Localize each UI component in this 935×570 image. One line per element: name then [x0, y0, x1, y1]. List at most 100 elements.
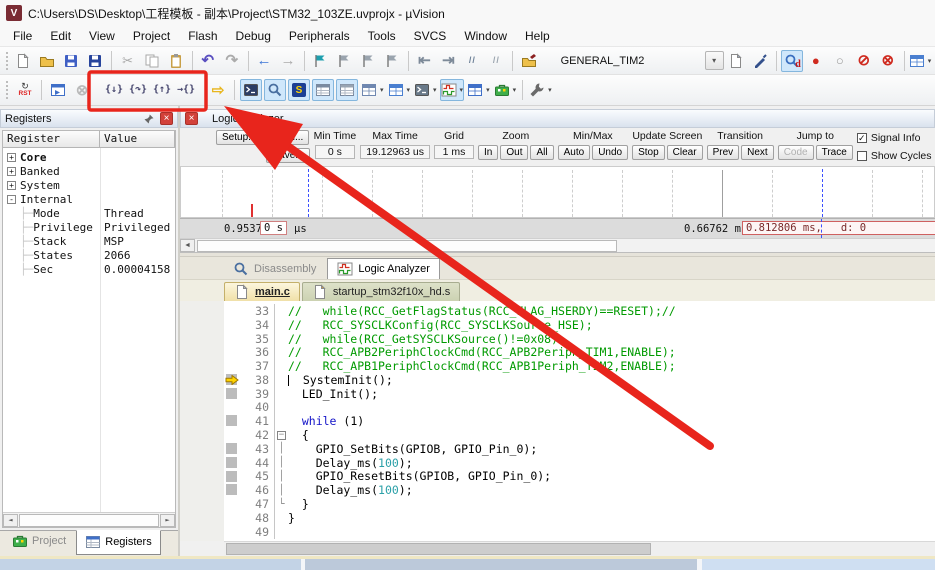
memory-window-icon[interactable]: ▾ [387, 79, 412, 101]
stop-icon[interactable]: ⊗ [71, 79, 93, 101]
symbol-window-icon[interactable]: S [288, 79, 310, 101]
target-select-dropdown[interactable]: ▾ [704, 51, 724, 70]
uncomment-icon[interactable]: // [485, 50, 507, 72]
forward-icon[interactable]: → [277, 50, 299, 72]
clear-bookmarks-icon[interactable] [381, 50, 403, 72]
breakpoint-gutter[interactable] [224, 401, 240, 415]
menu-edit[interactable]: Edit [41, 27, 80, 45]
serial-window-icon[interactable]: ▾ [413, 79, 438, 101]
redo-icon[interactable]: ↷ [221, 50, 243, 72]
unindent-icon[interactable]: ⇤ [413, 50, 435, 72]
register-row[interactable]: + System [3, 178, 175, 192]
analysis-window-icon[interactable]: ▾ [439, 79, 465, 101]
debug-settings-icon[interactable]: ▾ [528, 79, 553, 101]
checkbox-signal-info[interactable]: ✓ [856, 132, 867, 143]
disassembly-window-icon[interactable] [264, 79, 286, 101]
step-over-icon[interactable]: {↷} [127, 79, 149, 101]
manage-environment-icon[interactable] [749, 50, 771, 72]
breakpoint-gutter[interactable] [224, 456, 240, 470]
load-button[interactable]: Load... [266, 130, 310, 145]
close-icon[interactable]: × [185, 112, 198, 125]
checkbox-show-cycles[interactable] [856, 150, 867, 161]
target-select-value[interactable]: GENERAL_TIM2 [555, 55, 703, 67]
column-register[interactable]: Register [3, 131, 100, 148]
trace-button[interactable]: Trace [815, 145, 853, 160]
scroll-left-icon[interactable]: ◄ [180, 239, 195, 252]
scroll-thumb[interactable] [19, 513, 159, 527]
menu-file[interactable]: File [4, 27, 41, 45]
window-layout-icon[interactable]: ▾ [909, 50, 931, 72]
menu-window[interactable]: Window [455, 27, 516, 45]
code-text[interactable]: SystemInit(); [288, 373, 935, 387]
file-extensions-icon[interactable] [725, 50, 747, 72]
previous-bookmark-icon[interactable] [333, 50, 355, 72]
toolbar-drag-handle[interactable] [6, 81, 10, 99]
fold-collapse-icon[interactable]: − [277, 430, 286, 440]
register-row[interactable]: ├─ Privilege Privileged [3, 220, 175, 234]
system-viewer-icon[interactable]: ▾ [466, 79, 491, 101]
open-folder-icon[interactable] [36, 50, 58, 72]
enable-breakpoint-icon[interactable]: ○ [829, 50, 851, 72]
target-options-icon[interactable] [518, 50, 540, 72]
kill-all-breakpoints-icon[interactable]: ⊗ [877, 50, 899, 72]
breakpoint-gutter[interactable] [224, 497, 240, 511]
run-icon[interactable] [47, 79, 69, 101]
code-text[interactable]: GPIO_SetBits(GPIOB, GPIO_Pin_0); [288, 442, 935, 456]
indent-icon[interactable]: ⇥ [437, 50, 459, 72]
breakpoint-gutter[interactable] [224, 387, 240, 401]
close-icon[interactable]: × [160, 112, 173, 125]
tree-toggle-icon[interactable]: + [7, 180, 16, 190]
breakpoint-gutter[interactable] [224, 525, 240, 539]
out-button[interactable]: Out [500, 145, 529, 160]
comment-icon[interactable]: // [461, 50, 483, 72]
save-icon[interactable] [60, 50, 82, 72]
copy-icon[interactable] [141, 50, 163, 72]
prev-button[interactable]: Prev [706, 145, 740, 160]
cut-icon[interactable]: ✂ [117, 50, 139, 72]
registers-hscrollbar[interactable]: ◄ ► [3, 512, 175, 527]
editor-tab-main-c[interactable]: main.c [224, 282, 300, 301]
breakpoint-gutter[interactable] [224, 304, 240, 318]
panel-tab-project[interactable]: Project [4, 530, 74, 553]
code-text[interactable]: while (1) [288, 414, 935, 428]
in-button[interactable]: In [478, 145, 499, 160]
breakpoint-gutter[interactable] [224, 332, 240, 346]
step-into-icon[interactable]: {↓} [103, 79, 125, 101]
next-button[interactable]: Next [741, 145, 774, 160]
scroll-right-icon[interactable]: ► [160, 513, 175, 527]
menu-flash[interactable]: Flash [179, 27, 226, 45]
scroll-thumb[interactable] [197, 239, 617, 252]
code-text[interactable]: } [288, 511, 935, 525]
breakpoint-gutter[interactable] [224, 470, 240, 484]
logic-analyzer-plot[interactable] [180, 166, 935, 218]
clear-button[interactable]: Clear [666, 145, 703, 160]
code-view[interactable]: 33 // while(RCC_GetFlagStatus(RCC_FLAG_HS… [224, 301, 935, 541]
disable-all-breakpoints-icon[interactable]: ⊘ [853, 50, 875, 72]
register-row[interactable]: ├─ Mode Thread [3, 206, 175, 220]
menu-view[interactable]: View [80, 27, 124, 45]
command-window-icon[interactable] [240, 79, 262, 101]
register-row[interactable]: ├─ States 2066 [3, 248, 175, 262]
code-text[interactable]: Delay_ms(100); [288, 483, 935, 497]
code-text[interactable]: { [288, 428, 935, 442]
toolbox-icon[interactable]: ▾ [493, 79, 518, 101]
insert-bookmark-icon[interactable] [309, 50, 331, 72]
editor-hscrollbar[interactable] [224, 541, 935, 556]
setup-button[interactable]: Setup... [216, 130, 263, 145]
insert-breakpoint-icon[interactable]: ● [805, 50, 827, 72]
show-current-statement-icon[interactable]: ⇨ [207, 79, 229, 101]
pin-icon[interactable] [142, 112, 156, 126]
menu-debug[interactable]: Debug [227, 27, 280, 45]
register-row[interactable]: - Internal [3, 192, 175, 206]
save-all-icon[interactable] [84, 50, 106, 72]
register-row[interactable]: + Core [3, 150, 175, 164]
logic-analyzer-hscrollbar[interactable]: ◄ [180, 238, 935, 252]
menu-tools[interactable]: Tools [359, 27, 405, 45]
menu-svcs[interactable]: SVCS [405, 27, 456, 45]
undo-icon[interactable]: ↶ [197, 50, 219, 72]
start-stop-debug-icon[interactable]: d [780, 49, 803, 72]
dock-tab-logic-analyzer[interactable]: Logic Analyzer [327, 258, 440, 279]
tree-toggle-icon[interactable]: + [7, 166, 16, 176]
stop-button[interactable]: Stop [632, 145, 665, 160]
tree-toggle-icon[interactable]: + [7, 152, 16, 162]
